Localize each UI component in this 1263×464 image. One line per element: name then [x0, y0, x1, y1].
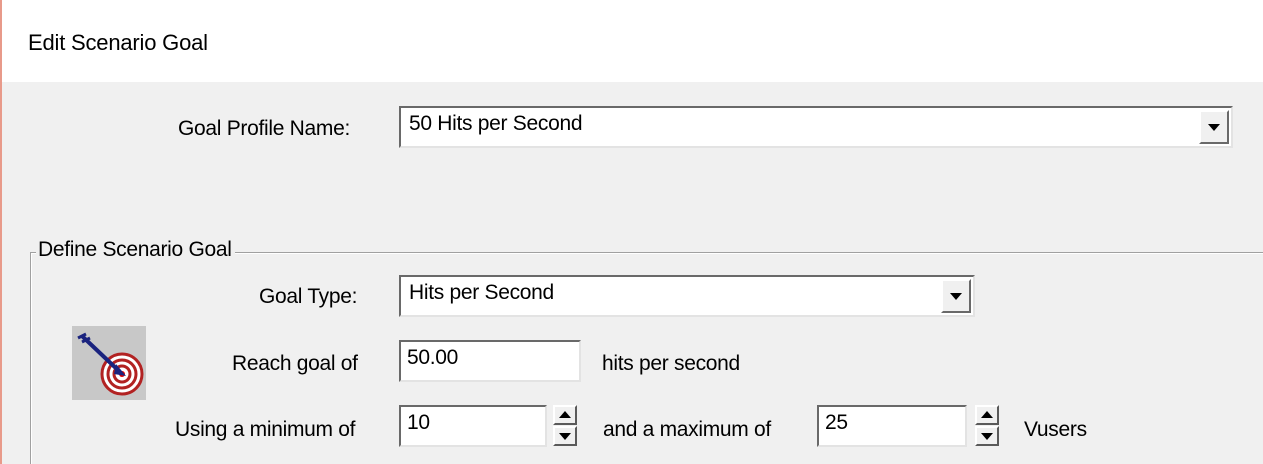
goal-type-label: Goal Type: [259, 285, 358, 308]
goal-profile-name-combobox[interactable]: 50 Hits per Second [399, 106, 1233, 148]
edit-scenario-goal-window: Edit Scenario Goal Goal Profile Name: 50… [0, 0, 1263, 464]
maximum-vusers-input[interactable]: 25 [817, 405, 967, 447]
goal-profile-dropdown-button[interactable] [1199, 110, 1229, 144]
goal-type-combobox[interactable]: Hits per Second [399, 275, 975, 317]
minimum-decrement-button[interactable] [553, 426, 577, 446]
reach-goal-input[interactable]: 50.00 [399, 340, 581, 382]
define-scenario-goal-legend: Define Scenario Goal [36, 238, 235, 262]
minimum-vusers-value: 10 [407, 411, 430, 434]
minimum-vusers-spinner[interactable] [553, 405, 577, 447]
goal-profile-name-label: Goal Profile Name: [178, 117, 351, 140]
title-bar: Edit Scenario Goal [2, 0, 1263, 82]
minimum-vusers-input[interactable]: 10 [399, 405, 547, 447]
maximum-increment-button[interactable] [975, 405, 999, 425]
goal-type-dropdown-button[interactable] [941, 279, 971, 313]
goal-type-value: Hits per Second [409, 281, 554, 304]
maximum-decrement-button[interactable] [975, 426, 999, 446]
maximum-vusers-label: and a maximum of [603, 418, 771, 441]
window-title: Edit Scenario Goal [28, 30, 208, 55]
reach-goal-value: 50.00 [407, 346, 459, 369]
maximum-vusers-spinner[interactable] [975, 405, 999, 447]
minimum-vusers-label: Using a minimum of [175, 418, 356, 441]
reach-goal-label: Reach goal of [232, 352, 358, 375]
target-arrow-icon [72, 326, 146, 400]
minimum-increment-button[interactable] [553, 405, 577, 425]
maximum-vusers-value: 25 [825, 411, 848, 434]
reach-goal-unit-label: hits per second [602, 352, 740, 375]
vusers-unit-label: Vusers [1024, 418, 1087, 441]
goal-profile-name-value: 50 Hits per Second [409, 112, 583, 135]
